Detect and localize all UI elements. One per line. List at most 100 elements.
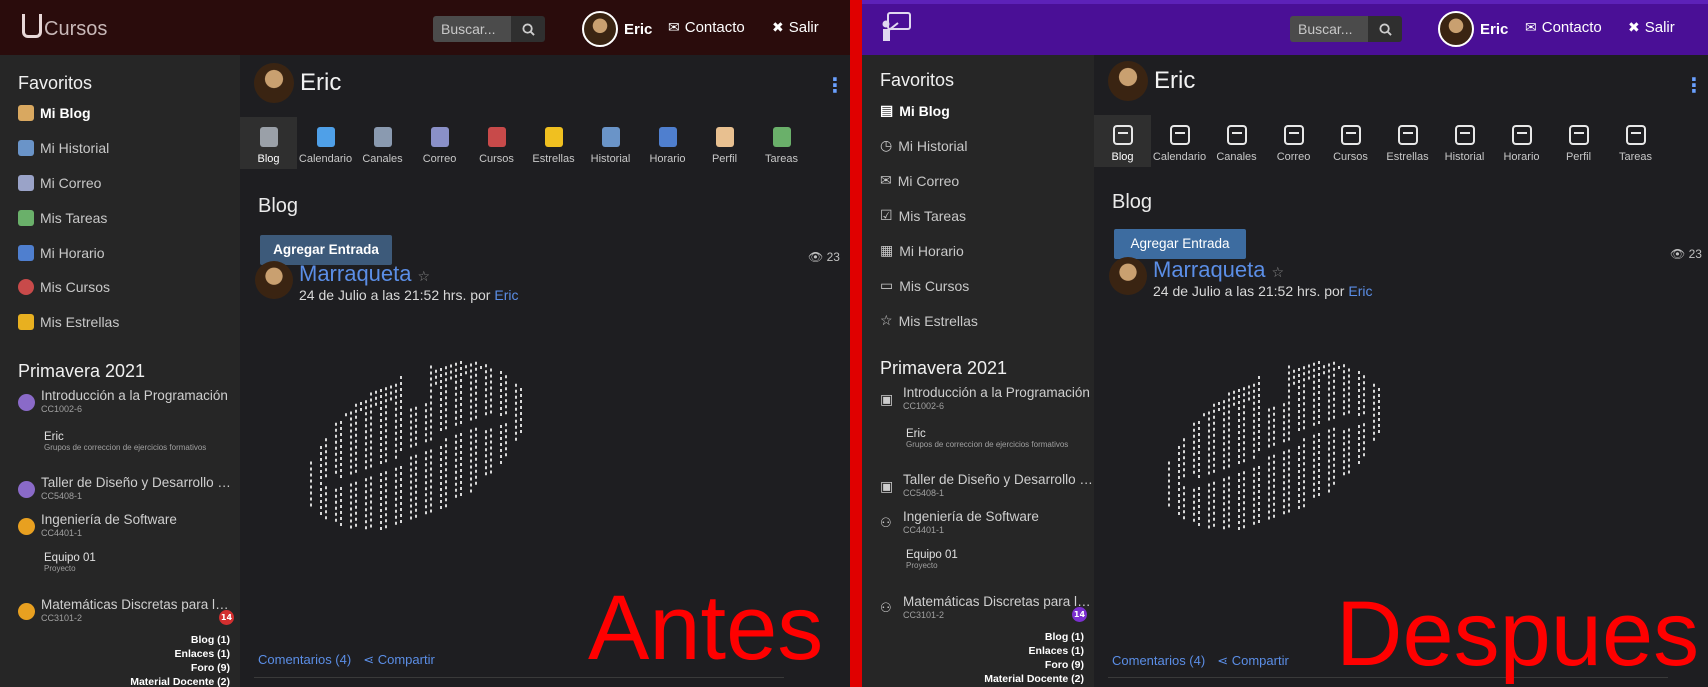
group-item[interactable]: Equipo 01 Proyecto	[44, 552, 96, 573]
fav-label: Mis Cursos	[40, 279, 111, 295]
lips-ascii-image	[1168, 361, 1380, 530]
contact-link[interactable]: ✉ Contacto	[668, 19, 745, 36]
tab-perfil[interactable]: Perfil	[696, 117, 753, 169]
tab-cursos[interactable]: Cursos	[1322, 115, 1379, 167]
tab-label: Estrellas	[1386, 151, 1429, 163]
fav-mis-cursos[interactable]: ▭ Mis Cursos	[880, 277, 969, 294]
search-button[interactable]	[511, 16, 545, 42]
group-item[interactable]: Equipo 01 Proyecto	[906, 549, 958, 570]
fav-mi-historial[interactable]: Mi Historial	[18, 140, 109, 156]
post-title[interactable]: Marraqueta	[1153, 257, 1266, 282]
course-sublinks: Blog (1) Enlaces (1) Foro (9) Material D…	[130, 633, 230, 687]
contact-link[interactable]: ✉ Contacto	[1525, 19, 1602, 36]
tab-cursos[interactable]: Cursos	[468, 117, 525, 169]
favorites-heading: Favoritos	[880, 70, 955, 90]
fav-mi-historial[interactable]: ◷ Mi Historial	[880, 137, 967, 154]
post-title[interactable]: Marraqueta	[299, 261, 412, 286]
sublink-foro[interactable]: Foro (9)	[984, 658, 1084, 672]
tab-calendario[interactable]: Calendario	[297, 117, 354, 169]
tab-label: Canales	[1216, 151, 1257, 163]
logo-text: Cursos	[44, 18, 108, 40]
post-actions: Comentarios (4) ⋖ Compartir	[258, 652, 435, 668]
fav-mi-correo[interactable]: Mi Correo	[18, 175, 101, 191]
group-item[interactable]: Eric Grupos de correccion de ejercicios f…	[44, 431, 206, 452]
tab-correo[interactable]: Correo	[1265, 115, 1322, 167]
tab-label: Correo	[1276, 151, 1311, 163]
search-button[interactable]	[1368, 16, 1402, 42]
sublink-material[interactable]: Material Docente (2)	[130, 675, 230, 687]
user-menu[interactable]: Eric	[1438, 11, 1508, 47]
fav-mis-estrellas[interactable]: Mis Estrellas	[18, 314, 119, 330]
tab-label: Historial	[1444, 151, 1485, 163]
view-count: 👁 23	[1670, 247, 1702, 261]
fav-mi-horario[interactable]: Mi Horario	[18, 245, 105, 261]
users-icon: ⚇	[880, 515, 892, 530]
fav-mi-correo[interactable]: ✉ Mi Correo	[880, 172, 959, 189]
search-input[interactable]: Buscar...	[1290, 16, 1368, 42]
search-icon	[1378, 22, 1392, 36]
tab-historial[interactable]: Historial	[1436, 115, 1493, 167]
course-item[interactable]: Introducción a la Programación CC1002-6	[18, 388, 236, 414]
logout-link[interactable]: ✖ Salir	[772, 19, 819, 36]
tab-canales[interactable]: Canales	[1208, 115, 1265, 167]
user-menu[interactable]: Eric	[582, 11, 652, 47]
course-icon	[18, 603, 35, 620]
comments-link[interactable]: Comentarios (4)	[1112, 653, 1205, 669]
course-item[interactable]: ▣ Introducción a la Programación CC1002-6	[880, 385, 1098, 411]
historial-icon	[601, 127, 620, 147]
sublink-material[interactable]: Material Docente (2)	[984, 672, 1084, 686]
tab-calendario[interactable]: Calendario	[1151, 115, 1208, 167]
star-icon[interactable]: ☆	[1272, 265, 1285, 281]
fav-mis-cursos[interactable]: Mis Cursos	[18, 279, 110, 295]
tab-historial[interactable]: Historial	[582, 117, 639, 169]
sublink-enlaces[interactable]: Enlaces (1)	[130, 647, 230, 661]
course-item[interactable]: ⚇ Matemáticas Discretas para la Computaci…	[880, 594, 1098, 620]
tab-horario[interactable]: Horario	[639, 117, 696, 169]
teacher-icon[interactable]	[880, 10, 912, 44]
tab-label: Perfil	[1565, 151, 1592, 163]
sublink-foro[interactable]: Foro (9)	[130, 661, 230, 675]
tab-estrellas[interactable]: Estrellas	[525, 117, 582, 169]
tab-blog[interactable]: Blog	[240, 117, 297, 169]
more-options-icon[interactable]: ⋮	[1684, 73, 1704, 97]
unread-badge: 14	[219, 610, 234, 625]
close-icon: ✖	[772, 19, 784, 35]
course-name: Taller de Diseño y Desarrollo de Interfa…	[41, 475, 231, 490]
post-author-link[interactable]: Eric	[494, 287, 518, 303]
tab-tareas[interactable]: Tareas	[1607, 115, 1664, 167]
course-item[interactable]: Ingeniería de Software CC4401-1	[18, 512, 236, 538]
course-code: CC5408-1	[903, 488, 945, 498]
sublink-blog[interactable]: Blog (1)	[130, 633, 230, 647]
fav-mis-tareas[interactable]: ☑ Mis Tareas	[880, 207, 966, 224]
ucursos-logo[interactable]: Cursos	[22, 14, 107, 41]
tab-canales[interactable]: Canales	[354, 117, 411, 169]
tareas-icon	[1625, 125, 1646, 145]
comments-link[interactable]: Comentarios (4)	[258, 652, 351, 668]
fav-mis-tareas[interactable]: Mis Tareas	[18, 210, 107, 226]
search-input[interactable]: Buscar...	[433, 16, 511, 42]
fav-mi-blog[interactable]: ▤ Mi Blog	[880, 102, 950, 119]
share-link[interactable]: ⋖ Compartir	[363, 652, 435, 668]
star-icon[interactable]: ☆	[418, 269, 431, 285]
tab-correo[interactable]: Correo	[411, 117, 468, 169]
add-entry-button[interactable]: Agregar Entrada	[1114, 229, 1246, 259]
sublink-blog[interactable]: Blog (1)	[984, 630, 1084, 644]
fav-mis-estrellas[interactable]: ☆ Mis Estrellas	[880, 312, 978, 329]
sublink-enlaces[interactable]: Enlaces (1)	[984, 644, 1084, 658]
tab-blog[interactable]: Blog	[1094, 115, 1151, 167]
tab-horario[interactable]: Horario	[1493, 115, 1550, 167]
post-author-link[interactable]: Eric	[1348, 283, 1372, 299]
fav-mi-blog[interactable]: Mi Blog	[18, 105, 91, 121]
course-item[interactable]: Matemáticas Discretas para la Computació…	[18, 597, 236, 623]
fav-mi-horario[interactable]: ▦ Mi Horario	[880, 242, 964, 259]
more-options-icon[interactable]: ⋮	[825, 73, 845, 97]
tab-tareas[interactable]: Tareas	[753, 117, 810, 169]
logout-link[interactable]: ✖ Salir	[1628, 19, 1675, 36]
share-link[interactable]: ⋖ Compartir	[1217, 653, 1289, 669]
tab-estrellas[interactable]: Estrellas	[1379, 115, 1436, 167]
course-item[interactable]: ⚇ Ingeniería de Software CC4401-1	[880, 509, 1098, 535]
tab-perfil[interactable]: Perfil	[1550, 115, 1607, 167]
course-item[interactable]: Taller de Diseño y Desarrollo de Interfa…	[18, 475, 236, 501]
course-item[interactable]: ▣ Taller de Diseño y Desarrollo de Interf…	[880, 472, 1098, 498]
group-item[interactable]: Eric Grupos de correccion de ejercicios f…	[906, 428, 1068, 449]
